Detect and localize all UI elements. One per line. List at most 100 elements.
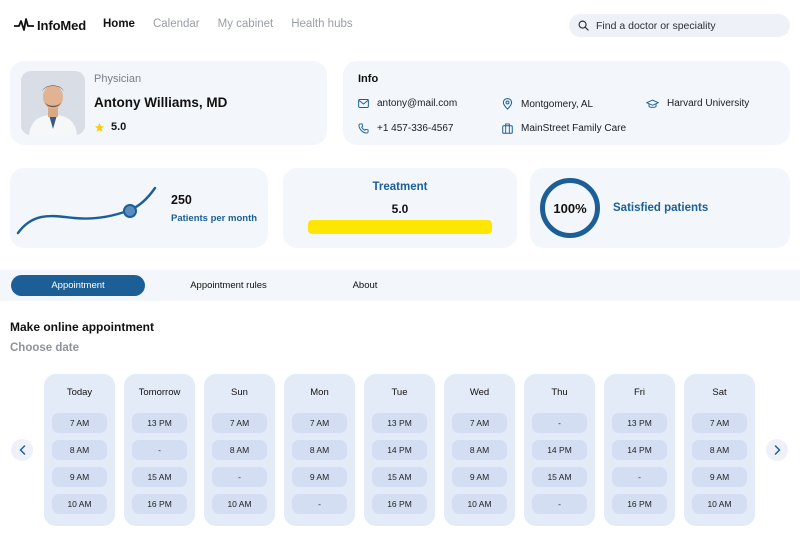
time-slot[interactable]: 15 AM [372,467,427,487]
day-name: Mon [310,387,329,398]
day-column: Tomorrow 13 PM - 15 AM 16 PM [124,374,195,526]
tab-appointment-rules[interactable]: Appointment rules [160,275,297,296]
time-slot[interactable]: 9 AM [452,467,507,487]
previous-days-button[interactable] [11,439,33,461]
satisfaction-stat-card: 100% Satisfied patients [530,168,790,248]
time-slot[interactable]: 8 AM [452,440,507,460]
treatment-score: 5.0 [391,202,409,216]
time-slot[interactable]: 14 PM [532,440,587,460]
day-column: Thu - 14 PM 15 AM - [524,374,595,526]
day-name: Today [66,387,93,398]
info-location: Montgomery, AL [502,98,593,110]
time-slot[interactable]: 7 AM [292,413,347,433]
pulse-icon [14,18,34,31]
brand-logo[interactable]: InfoMed [14,17,86,33]
time-slot[interactable]: 9 AM [52,467,107,487]
nav-item-calendar[interactable]: Calendar [153,18,200,30]
time-slot: - [612,467,667,487]
brand-name: InfoMed [37,17,87,33]
location-pin-icon [502,98,513,110]
university-value: Harvard University [667,98,750,109]
time-slot[interactable]: 16 PM [132,494,187,514]
nav-item-home[interactable]: Home [103,18,135,30]
mail-icon [358,99,369,108]
time-slot[interactable]: 10 AM [52,494,107,514]
time-slot[interactable]: 14 PM [372,440,427,460]
day-name: Tue [391,387,408,398]
time-slot[interactable]: 8 AM [292,440,347,460]
time-slot[interactable]: 13 PM [612,413,667,433]
email-value: antony@mail.com [377,98,458,109]
time-slot: - [532,413,587,433]
day-name: Sun [231,387,248,398]
time-slot[interactable]: 13 PM [132,413,187,433]
info-title: Info [358,73,379,85]
time-slot[interactable]: 9 AM [292,467,347,487]
time-slot[interactable]: 7 AM [52,413,107,433]
next-days-button[interactable] [766,439,788,461]
doctor-rating: 5.0 [94,121,126,133]
phone-icon [358,123,369,134]
location-value: Montgomery, AL [521,98,594,110]
search-input[interactable]: Find a doctor or speciality [569,14,790,37]
patients-stat-card: 250 Patients per month [10,168,268,248]
clinic-value: MainStreet Family Care [521,123,627,134]
time-slot[interactable]: 16 PM [372,494,427,514]
day-name: Wed [469,387,490,398]
search-icon [578,20,589,31]
profile-tabs: Appointment Appointment rules About [0,270,800,301]
doctor-profile-card: Physician Antony Williams, MD 5.0 [10,61,327,145]
day-column: Tue 13 PM 14 PM 15 AM 16 PM [364,374,435,526]
search-placeholder: Find a doctor or speciality [596,19,716,32]
day-column: Today 7 AM 8 AM 9 AM 10 AM [44,374,115,526]
time-slot[interactable]: 10 AM [212,494,267,514]
time-slot: - [532,494,587,514]
doctor-name: Antony Williams, MD [94,95,228,110]
day-name: Thu [551,387,568,398]
appointment-heading: Make online appointment [10,320,155,334]
treatment-progress-bar [308,220,492,234]
time-slot[interactable]: 13 PM [372,413,427,433]
day-name: Sat [712,387,727,398]
time-slot[interactable]: 9 AM [692,467,747,487]
satisfaction-ring: 100% [540,178,600,238]
time-slot[interactable]: 14 PM [612,440,667,460]
time-slot[interactable]: 7 AM [212,413,267,433]
tab-about[interactable]: About [300,275,430,296]
tab-appointment[interactable]: Appointment [11,275,145,296]
choose-date-heading: Choose date [10,342,80,354]
time-slot[interactable]: 15 AM [132,467,187,487]
time-slot[interactable]: 8 AM [212,440,267,460]
info-email: antony@mail.com [358,98,457,109]
day-column: Mon 7 AM 8 AM 9 AM - [284,374,355,526]
time-slot[interactable]: 10 AM [452,494,507,514]
time-slot[interactable]: 8 AM [52,440,107,460]
graduation-cap-icon [646,99,659,108]
phone-value: +1 457-336-4567 [377,123,454,134]
time-slot: - [212,467,267,487]
chevron-left-icon [19,445,25,455]
time-slot: - [292,494,347,514]
rating-value: 5.0 [111,121,127,133]
day-name: Tomorrow [138,387,181,398]
time-slot: - [132,440,187,460]
info-university: Harvard University [646,98,749,109]
time-slot[interactable]: 8 AM [692,440,747,460]
time-slot[interactable]: 10 AM [692,494,747,514]
time-slot[interactable]: 16 PM [612,494,667,514]
satisfaction-percent: 100% [553,200,587,216]
day-column: Sun 7 AM 8 AM - 10 AM [204,374,275,526]
nav-item-my-cabinet[interactable]: My cabinet [218,18,274,30]
patients-trend-icon [16,186,157,235]
chevron-right-icon [774,445,780,455]
building-icon [502,123,513,134]
info-phone: +1 457-336-4567 [358,123,453,134]
top-navigation: InfoMed Home Calendar My cabinet Health … [0,0,800,50]
time-slot[interactable]: 7 AM [692,413,747,433]
doctor-info-card: Info antony@mail.com +1 457-336-4567 Mon… [343,61,790,145]
treatment-title: Treatment [372,181,428,193]
time-slot[interactable]: 15 AM [532,467,587,487]
time-slot[interactable]: 7 AM [452,413,507,433]
nav-item-health-hubs[interactable]: Health hubs [291,18,352,30]
star-icon [94,122,105,132]
